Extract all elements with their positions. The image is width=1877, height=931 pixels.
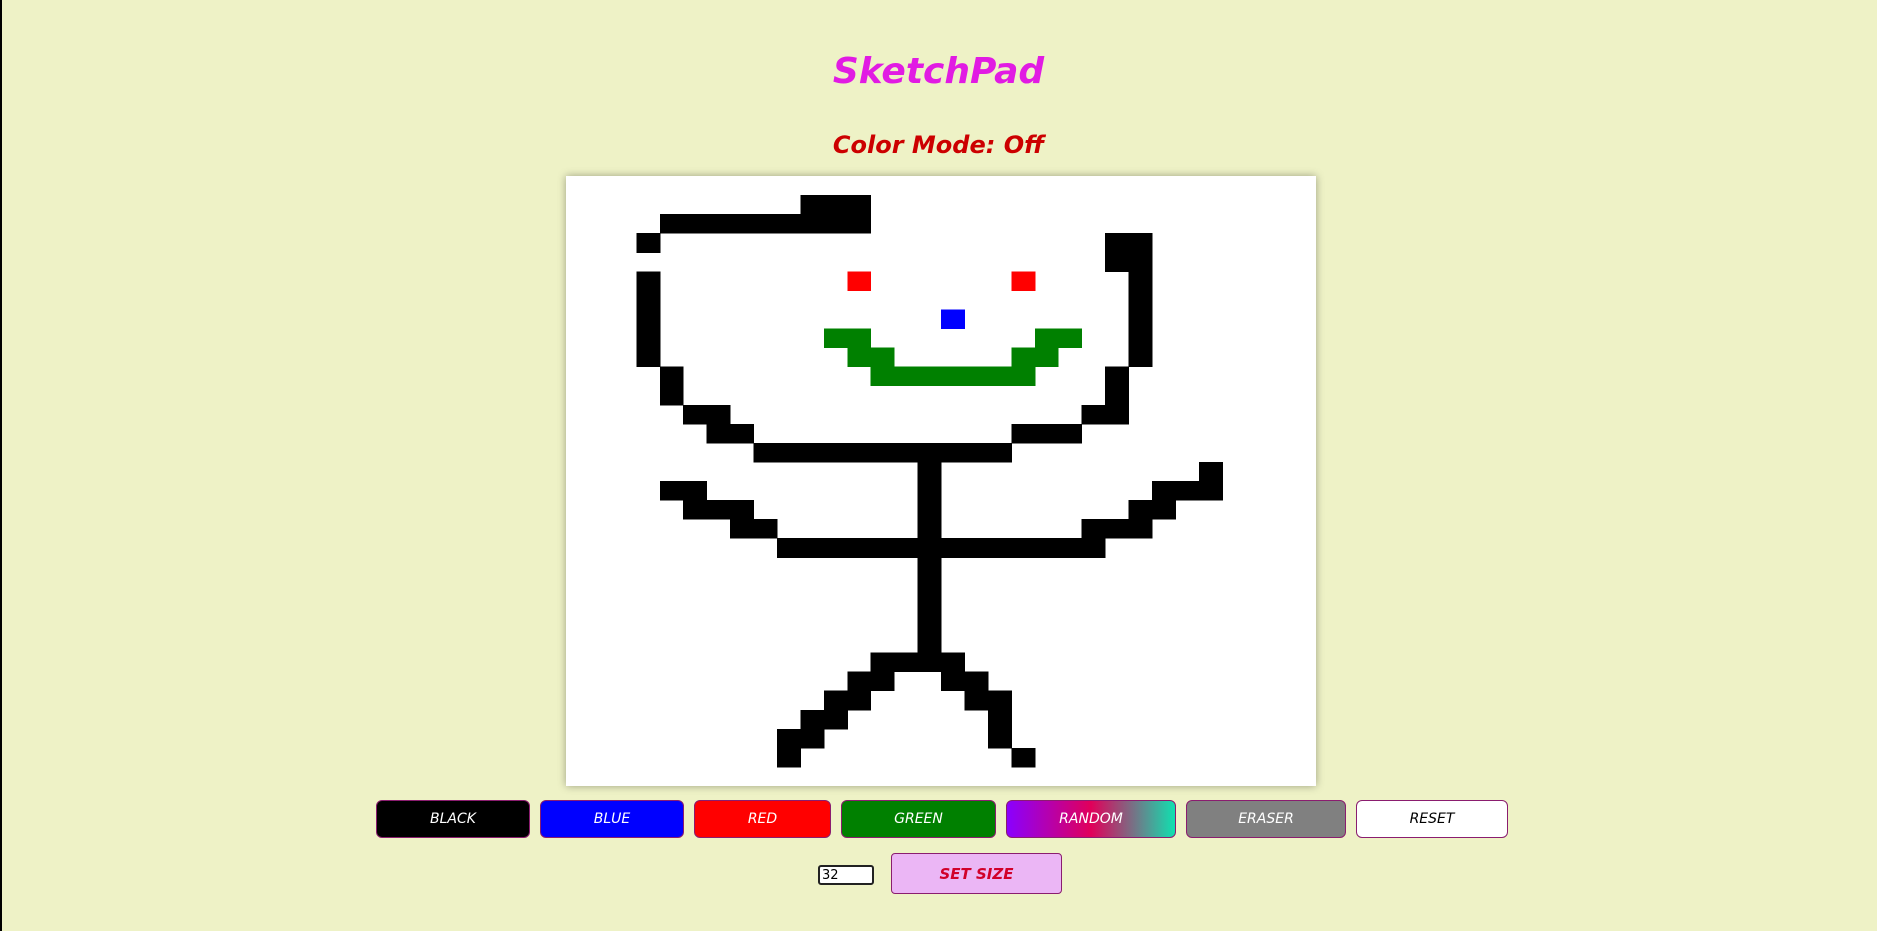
black-pixel <box>776 728 825 749</box>
set-size-button[interactable]: SET SIZE <box>891 853 1062 894</box>
black-pixel <box>1011 423 1083 444</box>
black-pixel <box>964 690 1012 711</box>
green-pixel <box>847 347 895 368</box>
black-button[interactable]: BLACK <box>376 800 530 838</box>
black-pixel <box>683 500 754 520</box>
random-button[interactable]: RANDOM <box>1006 800 1176 838</box>
black-pixel <box>987 709 1012 730</box>
red-pixel <box>1011 271 1036 291</box>
black-pixel <box>636 328 661 368</box>
black-pixel <box>1011 747 1036 768</box>
black-pixel <box>987 728 1012 749</box>
black-pixel <box>1198 461 1223 482</box>
reset-button[interactable]: RESET <box>1356 800 1508 838</box>
black-pixel <box>800 709 848 730</box>
black-pixel <box>917 557 942 654</box>
green-button[interactable]: GREEN <box>841 800 996 838</box>
black-pixel <box>776 538 1106 558</box>
black-pixel <box>1105 385 1129 406</box>
black-pixel <box>659 214 872 234</box>
black-pixel <box>800 195 872 215</box>
red-pixel <box>847 271 872 291</box>
black-pixel <box>1151 481 1223 501</box>
black-pixel <box>1128 290 1153 330</box>
black-pixel <box>753 442 872 463</box>
black-pixel <box>1105 233 1153 253</box>
black-pixel <box>659 385 684 406</box>
black-pixel <box>1128 271 1153 291</box>
sketch-drawing <box>636 195 1223 768</box>
black-pixel <box>1105 366 1129 387</box>
blue-pixel <box>941 309 965 329</box>
black-pixel <box>1128 500 1176 520</box>
grid-size-input[interactable] <box>818 865 874 885</box>
black-pixel <box>1128 328 1153 368</box>
blue-button[interactable]: BLUE <box>540 800 684 838</box>
black-pixel <box>941 671 989 692</box>
black-pixel <box>776 747 801 768</box>
black-pixel <box>823 690 872 711</box>
black-pixel <box>870 442 1012 463</box>
green-pixel <box>823 328 872 349</box>
black-pixel <box>1105 252 1153 272</box>
black-pixel <box>870 652 965 673</box>
green-pixel <box>1034 328 1083 349</box>
black-pixel <box>683 404 731 425</box>
black-pixel <box>847 671 895 692</box>
black-pixel <box>706 423 755 444</box>
black-pixel <box>1081 404 1130 425</box>
black-pixel <box>636 271 661 291</box>
black-pixel <box>659 481 708 501</box>
black-pixel <box>636 290 661 330</box>
green-pixel <box>1011 347 1059 368</box>
app-title: SketchPad <box>832 51 1045 92</box>
black-pixel <box>1081 519 1153 539</box>
eraser-button[interactable]: ERASER <box>1186 800 1346 838</box>
black-pixel <box>730 519 778 539</box>
color-mode-status: Color Mode: Off <box>832 131 1045 159</box>
black-pixel <box>659 366 684 387</box>
sketch-canvas[interactable] <box>566 176 1316 786</box>
black-pixel <box>636 233 661 253</box>
green-pixel <box>870 366 1036 387</box>
red-button[interactable]: RED <box>694 800 831 838</box>
